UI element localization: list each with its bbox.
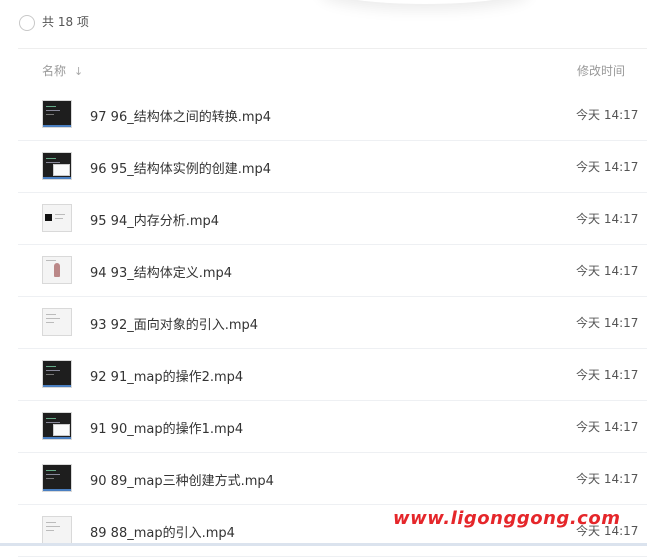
file-row[interactable]: 92 91_map的操作2.mp4 今天 14:17 <box>18 349 647 401</box>
select-all-checkbox[interactable] <box>19 15 35 31</box>
file-modified-time: 今天 14:17 <box>576 108 639 122</box>
file-name[interactable]: 94 93_结构体定义.mp4 <box>90 262 232 281</box>
video-thumbnail <box>42 360 72 388</box>
file-name[interactable]: 96 95_结构体实例的创建.mp4 <box>90 158 271 177</box>
video-thumbnail <box>42 308 72 336</box>
file-row[interactable]: 93 92_面向对象的引入.mp4 今天 14:17 <box>18 297 647 349</box>
file-modified-time: 今天 14:17 <box>576 212 639 226</box>
file-row[interactable]: 95 94_内存分析.mp4 今天 14:17 <box>18 193 647 245</box>
file-modified-time: 今天 14:17 <box>576 420 639 434</box>
sort-down-icon: ↓ <box>74 65 84 78</box>
file-row[interactable]: 91 90_map的操作1.mp4 今天 14:17 <box>18 401 647 453</box>
file-modified-time: 今天 14:17 <box>576 160 639 174</box>
video-thumbnail <box>42 204 72 232</box>
column-header-row: 名称 ↓ 修改时间 <box>18 48 647 89</box>
file-name[interactable]: 92 91_map的操作2.mp4 <box>90 366 243 385</box>
column-modified-time[interactable]: 修改时间 <box>577 62 625 79</box>
file-name[interactable]: 91 90_map的操作1.mp4 <box>90 418 243 437</box>
file-name[interactable]: 89 88_map的引入.mp4 <box>90 522 235 541</box>
file-name[interactable]: 95 94_内存分析.mp4 <box>90 210 219 229</box>
video-thumbnail <box>42 256 72 284</box>
item-count: 共 18 项 <box>42 15 89 29</box>
list-header: 共 18 项 <box>0 0 647 46</box>
video-thumbnail <box>42 516 72 544</box>
file-modified-time: 今天 14:17 <box>576 472 639 486</box>
video-thumbnail <box>42 464 72 492</box>
file-row[interactable]: 90 89_map三种创建方式.mp4 今天 14:17 <box>18 453 647 505</box>
watermark-logo: www.ligonggong.com <box>393 508 621 529</box>
file-list: 97 96_结构体之间的转换.mp4 今天 14:17 96 95_结构体实例的… <box>18 89 647 557</box>
column-name-label: 名称 <box>42 64 67 78</box>
file-name[interactable]: 90 89_map三种创建方式.mp4 <box>90 470 274 489</box>
file-row[interactable]: 97 96_结构体之间的转换.mp4 今天 14:17 <box>18 89 647 141</box>
video-thumbnail <box>42 100 72 128</box>
column-name-sort[interactable]: 名称 ↓ <box>42 62 83 79</box>
video-thumbnail <box>42 412 72 440</box>
file-modified-time: 今天 14:17 <box>576 316 639 330</box>
file-name[interactable]: 93 92_面向对象的引入.mp4 <box>90 314 258 333</box>
file-row[interactable]: 94 93_结构体定义.mp4 今天 14:17 <box>18 245 647 297</box>
file-modified-time: 今天 14:17 <box>576 264 639 278</box>
file-modified-time: 今天 14:17 <box>576 368 639 382</box>
file-name[interactable]: 97 96_结构体之间的转换.mp4 <box>90 106 271 125</box>
file-row[interactable]: 96 95_结构体实例的创建.mp4 今天 14:17 <box>18 141 647 193</box>
video-thumbnail <box>42 152 72 180</box>
